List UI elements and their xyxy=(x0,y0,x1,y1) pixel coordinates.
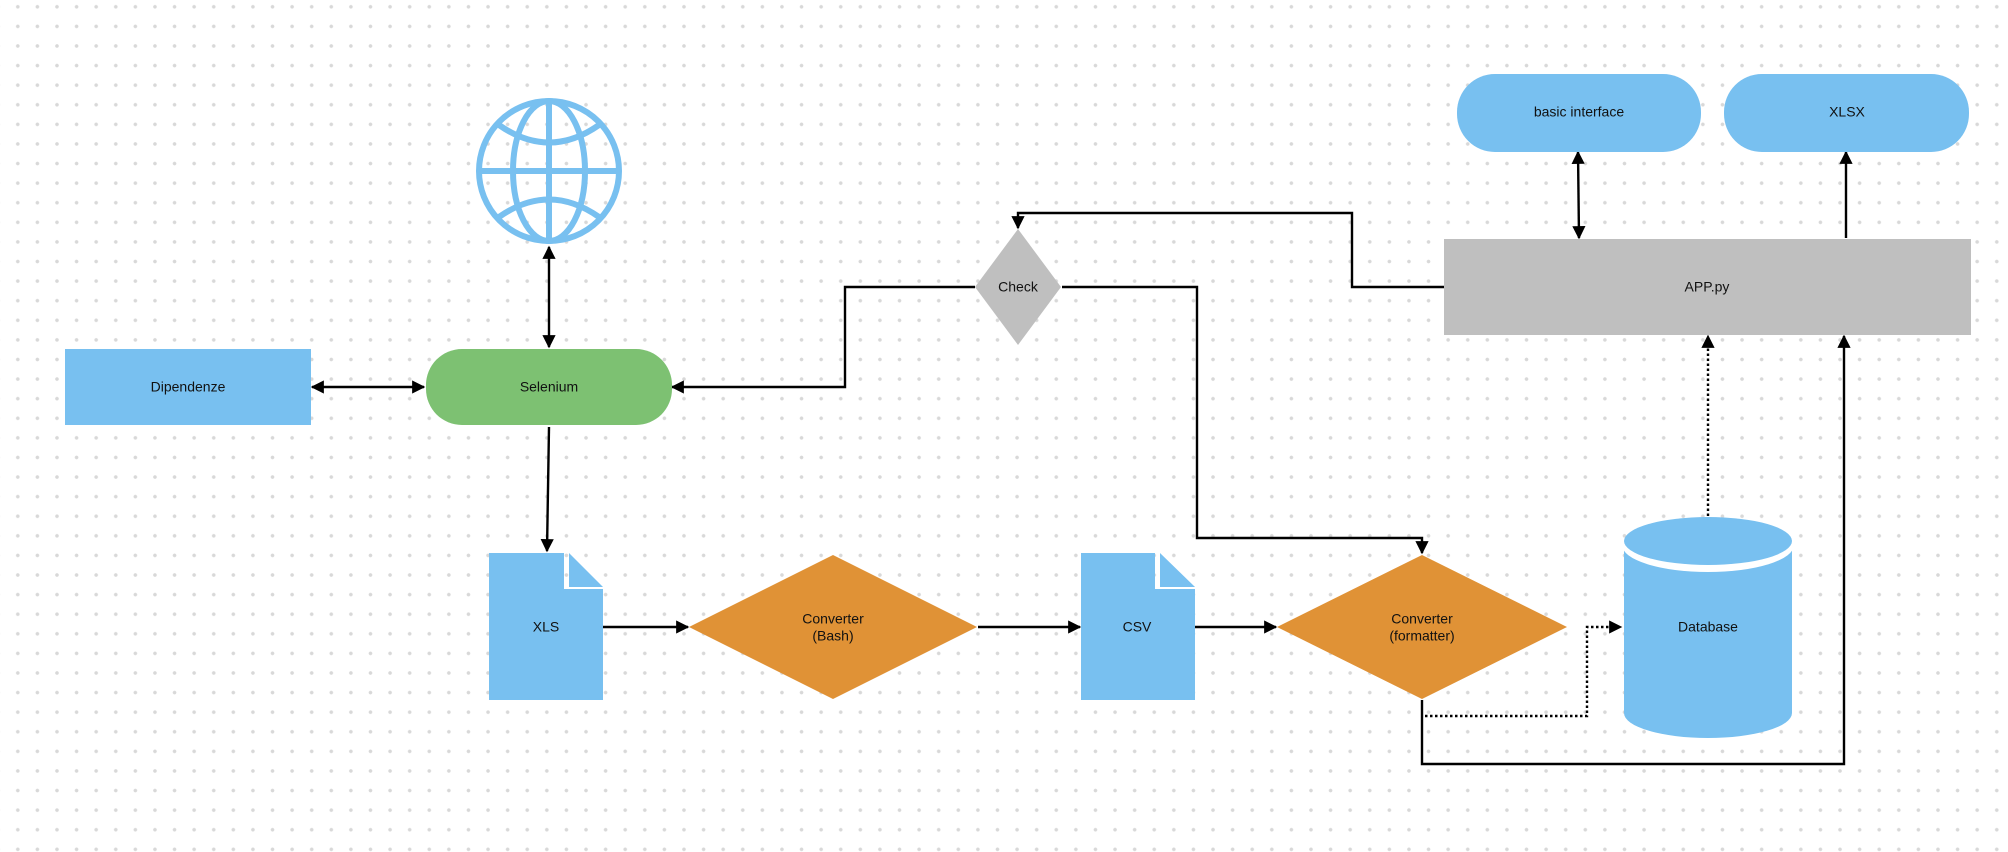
node-selenium-label: Selenium xyxy=(520,379,578,395)
node-database[interactable]: Database xyxy=(1622,517,1794,738)
node-dipendenze-label: Dipendenze xyxy=(151,379,226,395)
node-check[interactable]: Check xyxy=(975,229,1061,345)
node-database-label: Database xyxy=(1678,619,1738,635)
node-app-label: APP.py xyxy=(1685,279,1730,295)
node-converter-formatter-label-line1: Converter xyxy=(1391,611,1453,627)
flowchart: Dipendenze Selenium Check APP.py basic i… xyxy=(65,74,1971,766)
node-basic-interface-label: basic interface xyxy=(1534,104,1624,120)
diagram-canvas: Dipendenze Selenium Check APP.py basic i… xyxy=(0,0,2008,852)
node-converter-bash[interactable]: Converter (Bash) xyxy=(689,555,977,699)
node-csv-label: CSV xyxy=(1123,619,1152,635)
edge-check-selenium[interactable] xyxy=(670,285,975,394)
node-app[interactable]: APP.py xyxy=(1444,239,1971,335)
node-basic-interface[interactable]: basic interface xyxy=(1457,74,1701,152)
edge-selenium-xls[interactable] xyxy=(540,426,554,553)
node-converter-bash-label-line1: Converter xyxy=(802,611,864,627)
edge-basic-interface-app[interactable] xyxy=(1571,150,1586,240)
node-converter-bash-label-line2: (Bash) xyxy=(812,628,853,644)
node-converter-formatter-label-line2: (formatter) xyxy=(1389,628,1454,644)
edge-app-check[interactable] xyxy=(1011,211,1444,289)
node-selenium[interactable]: Selenium xyxy=(426,349,672,425)
node-dipendenze[interactable]: Dipendenze xyxy=(65,349,311,425)
node-converter-formatter[interactable]: Converter (formatter) xyxy=(1277,555,1567,699)
globe-icon[interactable] xyxy=(476,98,622,244)
node-csv[interactable]: CSV xyxy=(1081,553,1195,700)
node-xlsx[interactable]: XLSX xyxy=(1724,74,1969,152)
node-xls-label: XLS xyxy=(533,619,559,635)
node-xlsx-label: XLSX xyxy=(1829,104,1865,120)
node-check-label: Check xyxy=(998,279,1039,295)
edge-check-converter-formatter[interactable] xyxy=(1062,285,1429,555)
node-xls[interactable]: XLS xyxy=(489,553,603,700)
